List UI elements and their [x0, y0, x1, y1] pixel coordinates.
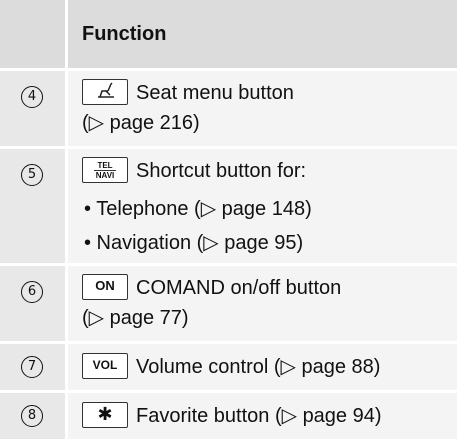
header-number-cell — [0, 0, 68, 68]
function-cell: ✱ Favorite button (▷ page 94) — [68, 393, 457, 439]
row-text: COMAND on/off button — [136, 277, 342, 299]
favorite-key: ✱ — [82, 401, 128, 428]
row-text: Seat menu button — [136, 82, 294, 104]
row-number: 5 — [21, 164, 43, 186]
row-text: Volume control (▷ page 88) — [136, 356, 381, 378]
row-text: Favorite button (▷ page 94) — [136, 405, 382, 427]
number-cell: 4 — [0, 71, 68, 146]
row-main-line: VOL Volume control (▷ page 88) — [82, 352, 457, 382]
row-main-line: ✱ Favorite button (▷ page 94) — [82, 401, 457, 431]
function-cell: ON COMAND on/off button (▷ page 77) — [68, 266, 457, 341]
function-table: Function 4 Seat menu button (▷ page 216)… — [0, 0, 457, 439]
number-cell: 6 — [0, 266, 68, 341]
number-cell: 5 — [0, 149, 68, 263]
row-main-line: Seat menu button — [82, 78, 457, 108]
on-key: ON — [82, 273, 128, 300]
function-cell: Seat menu button (▷ page 216) — [68, 71, 457, 146]
row-page-ref: (▷ page 216) — [82, 112, 200, 134]
row-page-ref: (▷ page 77) — [82, 307, 189, 329]
bullet-navigation: • Navigation (▷ page 95) — [84, 232, 304, 254]
row-number: 7 — [21, 356, 43, 378]
number-cell: 8 — [0, 393, 68, 439]
row-main-line: TEL NAVI Shortcut button for: — [82, 156, 457, 186]
header-title: Function — [82, 23, 167, 45]
key-label-bottom: NAVI — [95, 170, 115, 180]
function-cell: TEL NAVI Shortcut button for: • Telephon… — [68, 149, 457, 263]
header-function-cell: Function — [68, 0, 457, 68]
bullet-telephone: • Telephone (▷ page 148) — [84, 198, 312, 220]
number-cell: 7 — [0, 344, 68, 390]
seat-icon — [98, 82, 114, 98]
row-number: 8 — [21, 405, 43, 427]
row-text: Shortcut button for: — [136, 160, 307, 182]
key-label-top: TEL — [94, 161, 116, 171]
row-main-line: ON COMAND on/off button — [82, 273, 457, 303]
table-row: 4 Seat menu button (▷ page 216) — [0, 71, 457, 149]
function-cell: VOL Volume control (▷ page 88) — [68, 344, 457, 390]
table-header: Function — [0, 0, 457, 71]
row-number: 4 — [21, 86, 43, 108]
table-row: 6 ON COMAND on/off button (▷ page 77) — [0, 266, 457, 344]
table-row: 7 VOL Volume control (▷ page 88) — [0, 344, 457, 393]
row-number: 6 — [21, 281, 43, 303]
vol-key: VOL — [82, 352, 128, 379]
table-row: 8 ✱ Favorite button (▷ page 94) — [0, 393, 457, 439]
tel-navi-key: TEL NAVI — [82, 156, 128, 183]
table-row: 5 TEL NAVI Shortcut button for: • Teleph… — [0, 149, 457, 266]
seat-key — [82, 78, 128, 105]
